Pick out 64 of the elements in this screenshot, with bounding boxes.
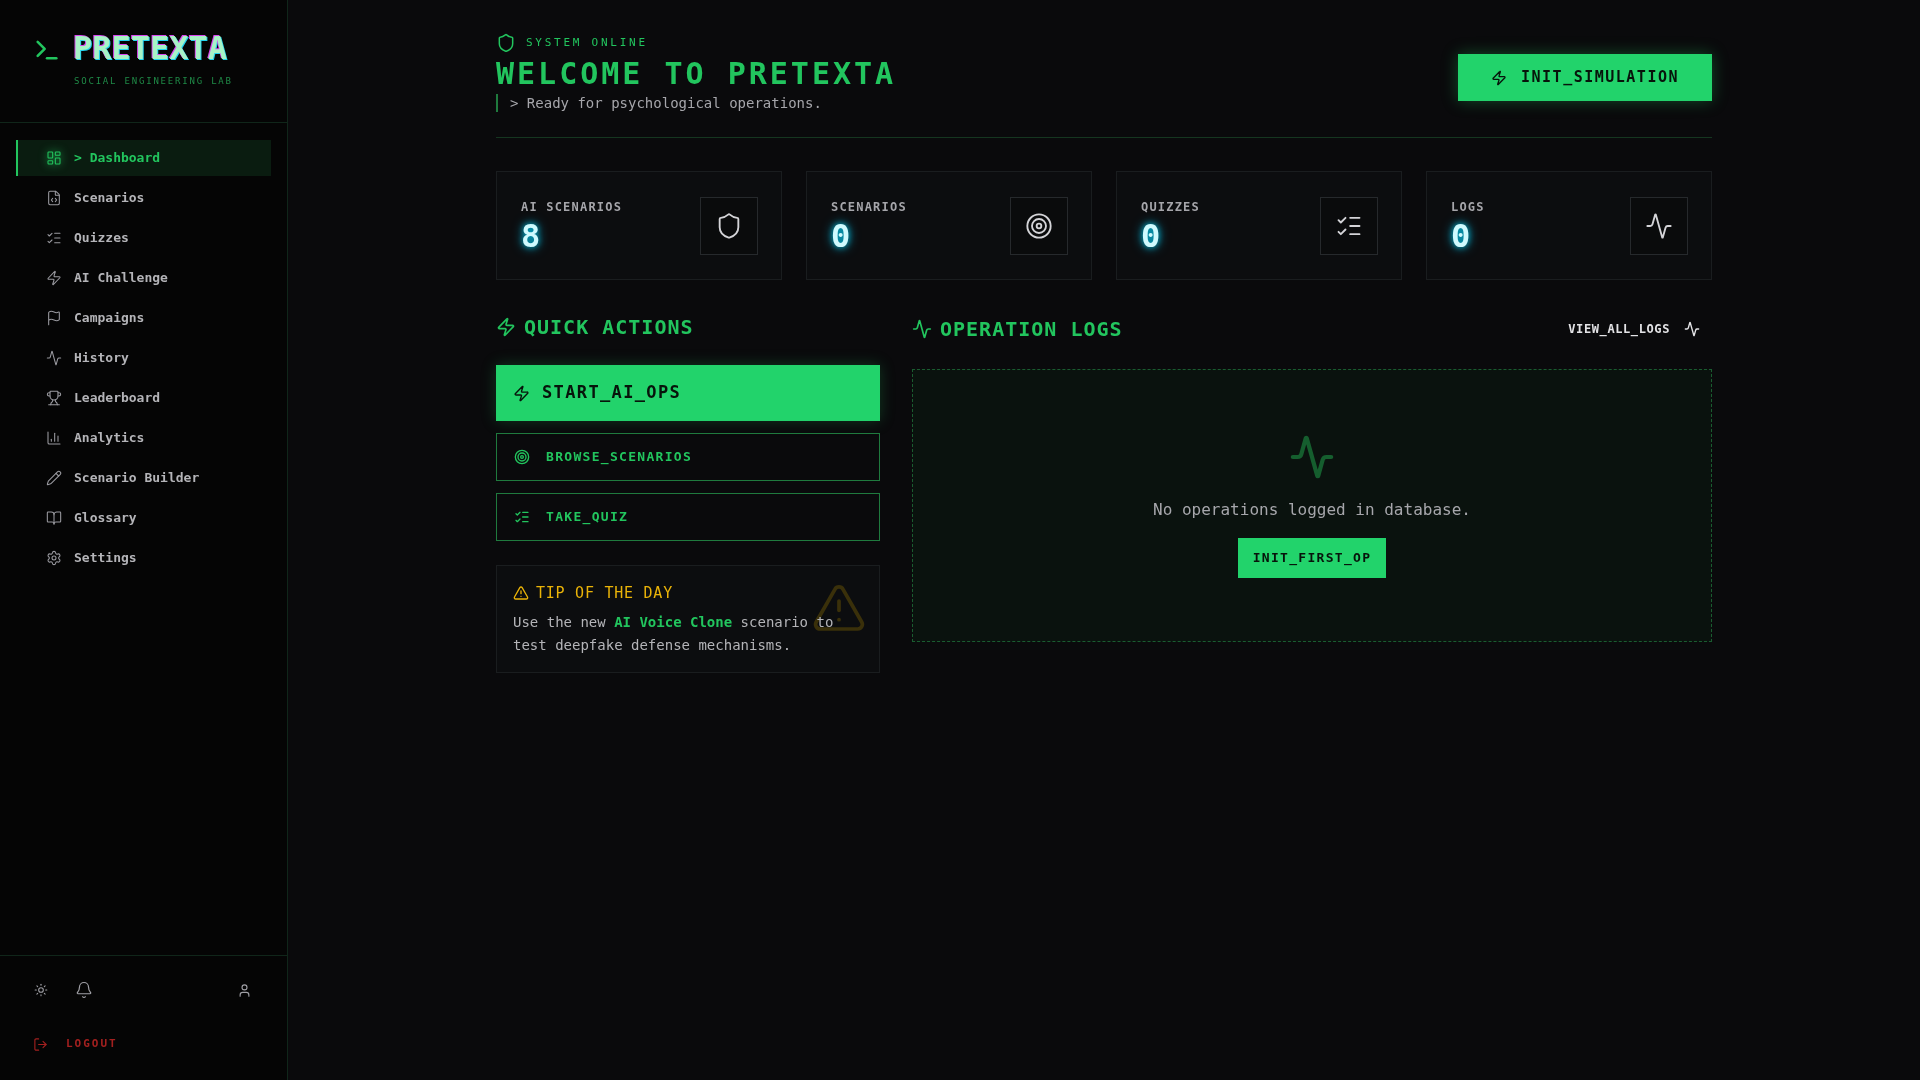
trophy-icon	[46, 390, 62, 406]
stat-label: AI SCENARIOS	[521, 198, 623, 216]
target-icon	[1010, 196, 1068, 255]
settings-icon	[46, 550, 62, 566]
view-all-link[interactable]: VIEW_ALL_LOGS	[1568, 320, 1700, 338]
lightning-icon	[513, 384, 530, 402]
section-title: QUICK ACTIONS	[524, 314, 694, 341]
shield-icon	[700, 196, 758, 255]
file-code-icon	[46, 190, 62, 206]
sidebar-item[interactable]: Quizzes	[16, 220, 271, 256]
stat-label: LOGS	[1451, 198, 1485, 216]
tip-text: Use the new AI Voice Clone scenario to test deepfake defense mechanisms.	[513, 612, 835, 655]
pulse-icon	[1630, 196, 1688, 255]
stat-value: 8	[521, 217, 542, 254]
book-icon	[46, 510, 62, 526]
pulse-icon	[1684, 321, 1700, 337]
logo-subtitle: SOCIAL ENGINEERING LAB	[74, 75, 233, 88]
init-simulation-button[interactable]: INIT_SIMULATION	[1458, 54, 1712, 101]
empty-message: No operations logged in database.	[1153, 498, 1471, 521]
checklist-icon	[1320, 196, 1378, 255]
pulse-icon	[46, 350, 62, 366]
logo-title: PRETEXTA	[73, 31, 229, 65]
header-subtitle: > Ready for psychological operations.	[496, 94, 897, 112]
quick-action-button[interactable]: TAKE_QUIZ	[496, 493, 880, 541]
tip-title: TIP OF THE DAY	[536, 583, 673, 604]
sidebar-item[interactable]: Scenario Builder	[16, 460, 271, 496]
warning-icon	[513, 585, 529, 602]
stat-value: 0	[1141, 217, 1162, 254]
sidebar-item[interactable]: Settings	[16, 540, 271, 576]
sidebar-item[interactable]: > Dashboard	[16, 140, 271, 176]
pencil-icon	[46, 470, 62, 486]
lightning-icon	[46, 270, 62, 286]
logout-icon	[33, 1036, 48, 1052]
sidebar-item[interactable]: Glossary	[16, 500, 271, 536]
sidebar-item[interactable]: Analytics	[16, 420, 271, 456]
sidebar-item[interactable]: Scenarios	[16, 180, 271, 216]
checklist-icon	[46, 230, 62, 246]
sidebar-item[interactable]: History	[16, 340, 271, 376]
grid-icon	[46, 150, 62, 166]
pulse-icon	[912, 319, 932, 339]
sun-icon[interactable]	[34, 983, 48, 997]
bar-chart-icon	[46, 430, 62, 446]
stat-value: 0	[831, 217, 852, 254]
target-icon	[514, 449, 530, 465]
status-text: SYSTEM ONLINE	[526, 34, 648, 51]
user-icon[interactable]	[237, 982, 252, 998]
quick-action-button[interactable]: BROWSE_SCENARIOS	[496, 433, 880, 481]
lightning-icon	[1491, 69, 1507, 86]
stat-value: 0	[1451, 217, 1472, 254]
stat-label: SCENARIOS	[831, 198, 907, 216]
checklist-icon	[514, 509, 530, 525]
bell-icon[interactable]	[75, 981, 93, 999]
pulse-icon	[1289, 433, 1335, 480]
flag-icon	[46, 310, 62, 326]
section-title: OPERATION LOGS	[940, 316, 1123, 343]
shield-icon	[496, 33, 516, 53]
sidebar-item[interactable]: Campaigns	[16, 300, 271, 336]
sidebar-item[interactable]: Leaderboard	[16, 380, 271, 416]
sidebar-item[interactable]: AI Challenge	[16, 260, 271, 296]
stat-label: QUIZZES	[1141, 198, 1200, 216]
quick-action-button[interactable]: START_AI_OPS	[496, 365, 880, 421]
page-title: WELCOME TO PRETEXTA	[496, 56, 897, 92]
lightning-icon	[496, 317, 516, 337]
init-first-op-button[interactable]: INIT_FIRST_OP	[1237, 537, 1387, 578]
